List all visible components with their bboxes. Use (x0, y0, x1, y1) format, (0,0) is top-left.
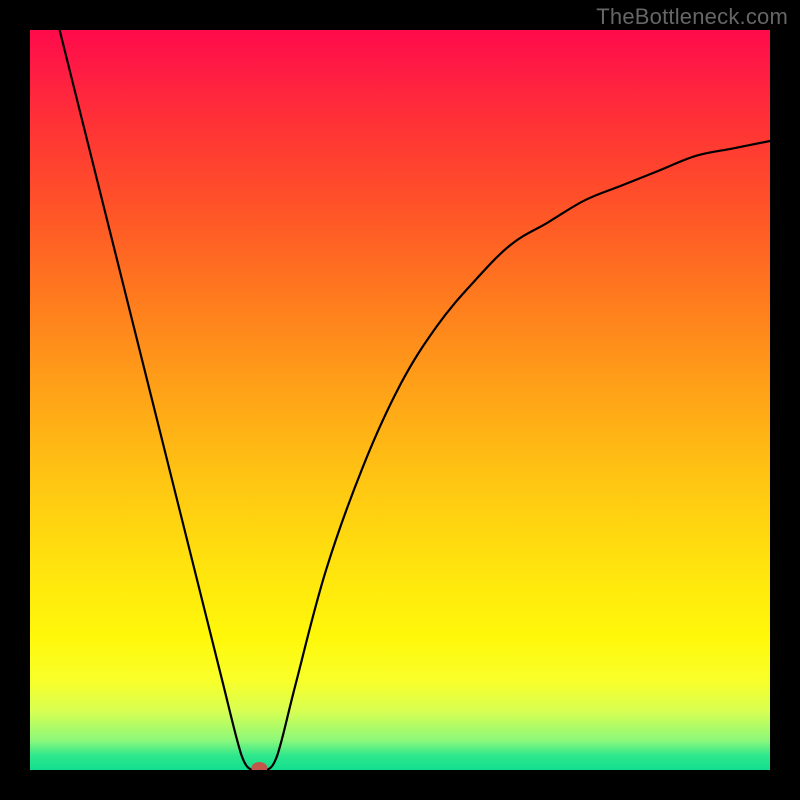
curve-right-branch (259, 141, 770, 770)
bottleneck-curve (30, 30, 770, 770)
optimum-marker (251, 762, 267, 770)
watermark-text: TheBottleneck.com (596, 4, 788, 30)
curve-left-branch (60, 30, 260, 770)
plot-area (30, 30, 770, 770)
